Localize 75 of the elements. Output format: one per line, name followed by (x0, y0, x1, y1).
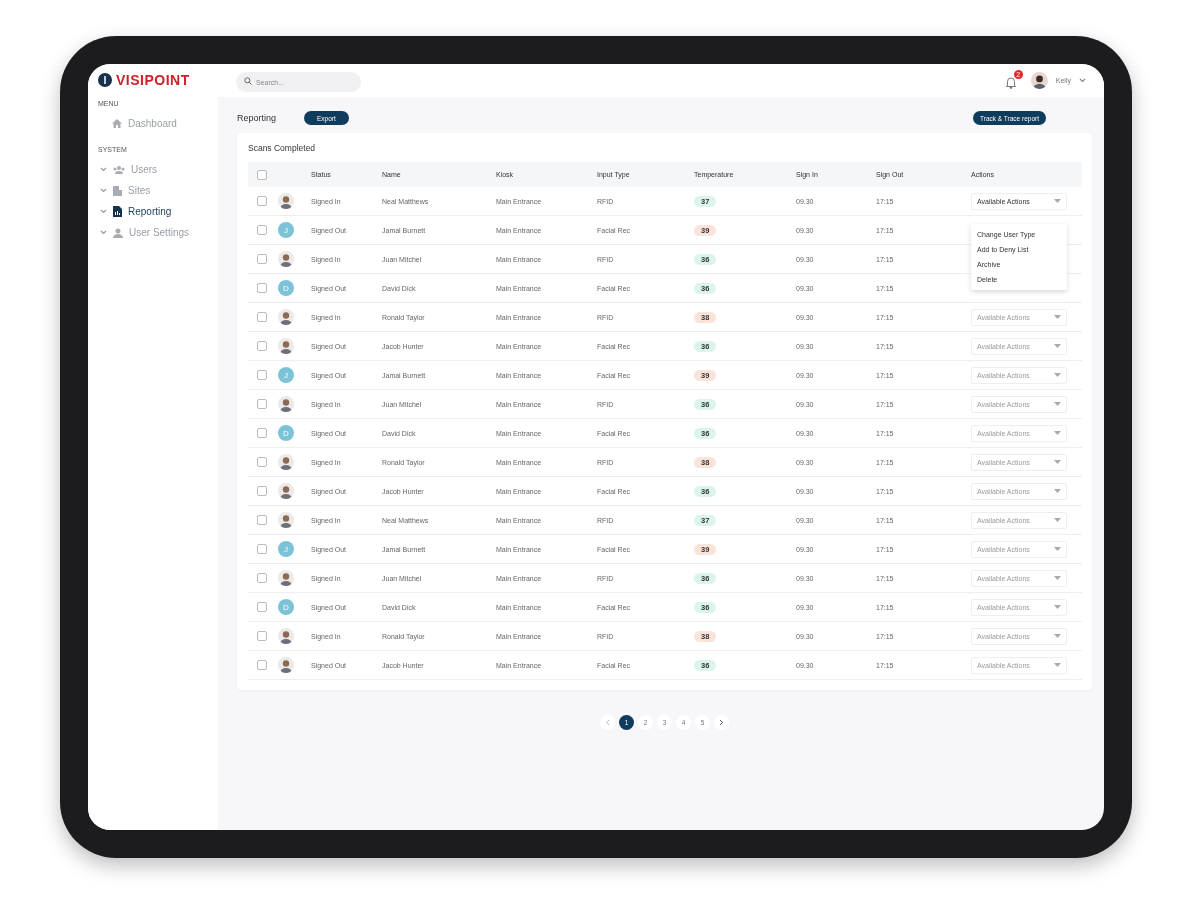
home-icon (112, 119, 122, 128)
checkbox[interactable] (257, 254, 267, 264)
checkbox[interactable] (257, 399, 267, 409)
avatar-icon (278, 454, 294, 470)
card-title: Scans Completed (248, 143, 317, 153)
checkbox[interactable] (257, 196, 267, 206)
avatar-icon (278, 338, 294, 354)
caret-icon (1054, 431, 1061, 435)
caret-icon (1054, 344, 1061, 348)
checkbox[interactable] (257, 515, 267, 525)
checkbox[interactable] (257, 428, 267, 438)
avatar: J (278, 222, 294, 238)
avatar: D (278, 599, 294, 615)
avatar-icon (278, 396, 294, 412)
user-icon (113, 227, 123, 238)
caret-icon (1054, 402, 1061, 406)
report-icon (113, 206, 122, 217)
avatar-icon (278, 483, 294, 499)
caret-icon (1054, 576, 1061, 580)
avatar-icon (278, 570, 294, 586)
next-page-button[interactable] (714, 715, 729, 730)
nav-item[interactable]: Dashboard (98, 113, 208, 134)
caret-icon (1054, 663, 1061, 667)
caret-icon (1054, 199, 1061, 203)
chevron-right-icon (719, 719, 724, 726)
caret-icon (1054, 634, 1061, 638)
caret-icon (1054, 547, 1061, 551)
brand-name: VISIPOINT (116, 72, 190, 88)
caret-icon (1054, 373, 1061, 377)
logo-icon (98, 73, 112, 87)
caret-icon (1054, 605, 1061, 609)
checkbox[interactable] (257, 283, 267, 293)
chevron-icon (1079, 78, 1086, 83)
checkbox[interactable] (257, 312, 267, 322)
checkbox[interactable] (257, 486, 267, 496)
nav-item[interactable]: User Settings (98, 222, 208, 243)
chevron-left-icon (605, 719, 610, 726)
checkbox[interactable] (257, 457, 267, 467)
caret-icon (1054, 460, 1061, 464)
checkbox[interactable] (257, 370, 267, 380)
avatar-icon (278, 657, 294, 673)
checkbox[interactable] (257, 631, 267, 641)
search-icon (244, 76, 252, 85)
building-icon (113, 185, 122, 196)
avatar: J (278, 541, 294, 557)
avatar-icon (278, 193, 294, 209)
caret-icon (1054, 315, 1061, 319)
checkbox[interactable] (257, 544, 267, 554)
checkbox[interactable] (257, 169, 267, 180)
page-title: Reporting (237, 113, 278, 123)
chevron-icon (100, 209, 107, 214)
avatar: D (278, 425, 294, 441)
bell-icon[interactable] (1004, 76, 1017, 89)
avatar: J (278, 367, 294, 383)
checkbox[interactable] (257, 341, 267, 351)
checkbox[interactable] (257, 573, 267, 583)
nav-item[interactable]: Users (98, 159, 208, 180)
avatar: D (278, 280, 294, 296)
chevron-icon (100, 167, 107, 172)
nav-item[interactable]: Reporting (98, 201, 208, 222)
users-icon (113, 165, 125, 174)
checkbox[interactable] (257, 225, 267, 235)
avatar-icon (278, 251, 294, 267)
checkbox[interactable] (257, 660, 267, 670)
caret-icon (1054, 518, 1061, 522)
avatar-icon (278, 309, 294, 325)
previous-page-button[interactable] (600, 715, 615, 730)
caret-icon (1054, 489, 1061, 493)
nav-item[interactable]: Sites (98, 180, 208, 201)
avatar-icon (278, 512, 294, 528)
checkbox[interactable] (257, 602, 267, 612)
user-avatar-icon[interactable] (1030, 72, 1048, 89)
avatar-icon (278, 628, 294, 644)
chevron-icon (100, 188, 107, 193)
chevron-icon (100, 230, 107, 235)
